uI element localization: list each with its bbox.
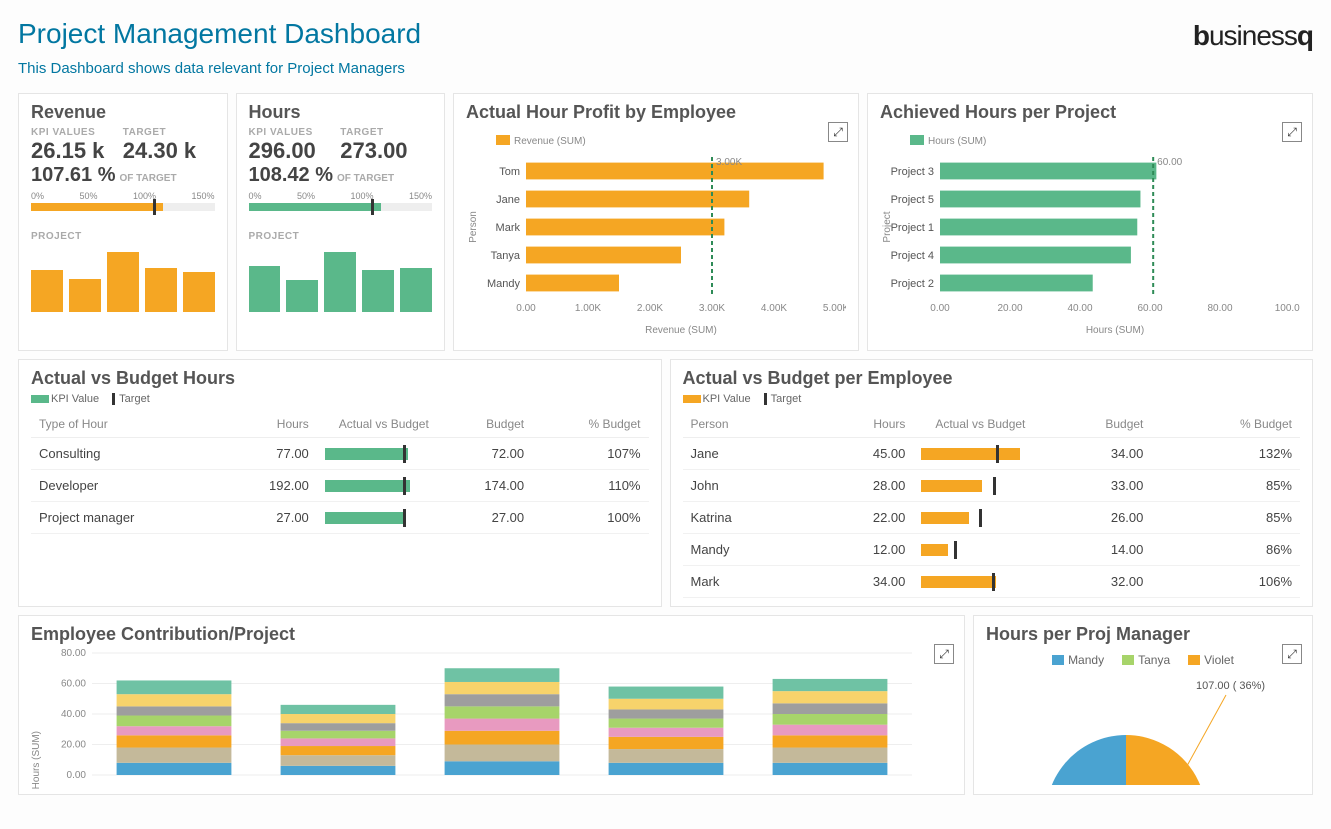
avb-hours-title: Actual vs Budget Hours xyxy=(31,368,649,389)
svg-text:Project 2: Project 2 xyxy=(891,278,934,290)
svg-text:3.00K: 3.00K xyxy=(716,157,742,168)
table-row[interactable]: Mandy12.0014.0086% xyxy=(683,534,1301,566)
contribution-title: Employee Contribution/Project xyxy=(31,624,952,645)
svg-text:4.00K: 4.00K xyxy=(761,303,787,314)
svg-text:100.00: 100.00 xyxy=(1275,303,1300,314)
avb-emp-card: Actual vs Budget per Employee KPI Value … xyxy=(670,359,1314,607)
kpi-hours-gauge: 0%50%100%150% xyxy=(249,191,433,231)
hours-pm-legend: MandyTanyaViolet xyxy=(986,653,1300,667)
avb-hours-legend: KPI Value Target xyxy=(31,393,649,405)
avb-emp-table: PersonHoursActual vs BudgetBudget% Budge… xyxy=(683,411,1301,598)
achieved-hours-chart: Hours (SUM)Project 3Project 5Project 1Pr… xyxy=(880,127,1300,337)
kpi-revenue-target: 24.30 k xyxy=(123,138,215,164)
table-row[interactable]: Jane45.0034.00132% xyxy=(683,438,1301,470)
table-row[interactable]: Mark34.0032.00106% xyxy=(683,566,1301,598)
table-row[interactable]: Developer192.00174.00110% xyxy=(31,470,649,502)
svg-text:Tanya: Tanya xyxy=(491,250,521,262)
svg-text:60.00: 60.00 xyxy=(1157,157,1182,168)
avb-emp-title: Actual vs Budget per Employee xyxy=(683,368,1301,389)
svg-text:0.00: 0.00 xyxy=(67,770,87,781)
page-title: Project Management Dashboard xyxy=(18,18,421,50)
avb-hours-table: Type of HourHoursActual vs BudgetBudget%… xyxy=(31,411,649,534)
hour-profit-chart: Revenue (SUM) Tom Jane Mark Tanya Mandy 3.00K 0… xyxy=(466,127,846,337)
svg-text:2.00K: 2.00K xyxy=(637,303,663,314)
kpi-hours-value: 296.00 xyxy=(249,138,341,164)
kpi-hours-title: Hours xyxy=(249,102,433,123)
kpi-revenue-sparkbars xyxy=(31,252,215,312)
kpi-hours-sparkbars xyxy=(249,252,433,312)
svg-text:40.00: 40.00 xyxy=(61,709,86,720)
svg-text:107.00 ( 36%): 107.00 ( 36%) xyxy=(1196,680,1265,692)
svg-text:60.00: 60.00 xyxy=(1137,303,1162,314)
kpi-revenue-value: 26.15 k xyxy=(31,138,123,164)
kpi-hours-card: Hours KPI VALUES296.00 TARGET273.00 108.… xyxy=(236,93,446,351)
table-row[interactable]: John28.0033.0085% xyxy=(683,470,1301,502)
achieved-hours-card: Achieved Hours per Project ⤢ Hours (SUM)… xyxy=(867,93,1313,351)
expand-icon[interactable]: ⤢ xyxy=(828,122,848,142)
kpi-revenue-gauge: 0%50%100%150% xyxy=(31,191,215,231)
page-subtitle: This Dashboard shows data relevant for P… xyxy=(18,60,421,77)
contribution-chart: 0.00 20.00 40.00 60.00 80.00 xyxy=(42,649,922,789)
hours-pm-chart: 107.00 ( 36%) xyxy=(986,675,1306,785)
svg-text:1.00K: 1.00K xyxy=(575,303,601,314)
avb-hours-card: Actual vs Budget Hours KPI Value Target … xyxy=(18,359,662,607)
svg-text:20.00: 20.00 xyxy=(61,740,86,751)
table-row[interactable]: Katrina22.0026.0085% xyxy=(683,502,1301,534)
expand-icon[interactable]: ⤢ xyxy=(934,644,954,664)
svg-text:80.00: 80.00 xyxy=(1207,303,1232,314)
svg-text:Project 1: Project 1 xyxy=(891,222,934,234)
svg-text:Hours (SUM): Hours (SUM) xyxy=(1086,325,1144,336)
kpi-hours-pct: 108.42 % xyxy=(249,164,334,186)
svg-text:80.00: 80.00 xyxy=(61,649,86,659)
svg-text:Project 3: Project 3 xyxy=(891,166,934,178)
svg-text:Tom: Tom xyxy=(499,166,520,178)
hour-profit-title: Actual Hour Profit by Employee xyxy=(466,102,846,123)
avb-emp-legend: KPI Value Target xyxy=(683,393,1301,405)
header: Project Management Dashboard This Dashbo… xyxy=(18,12,1313,93)
svg-text:Hours (SUM): Hours (SUM) xyxy=(928,136,986,147)
kpi-revenue-title: Revenue xyxy=(31,102,215,123)
svg-text:3.00K: 3.00K xyxy=(699,303,725,314)
svg-text:Revenue (SUM): Revenue (SUM) xyxy=(645,325,717,336)
svg-text:Person: Person xyxy=(468,211,479,243)
svg-text:Revenue (SUM): Revenue (SUM) xyxy=(514,136,586,147)
expand-icon[interactable]: ⤢ xyxy=(1282,644,1302,664)
svg-text:0.00: 0.00 xyxy=(516,303,536,314)
svg-text:5.00K: 5.00K xyxy=(823,303,846,314)
svg-text:0.00: 0.00 xyxy=(930,303,950,314)
kpi-hours-target: 273.00 xyxy=(340,138,432,164)
svg-text:Mark: Mark xyxy=(496,222,521,234)
svg-text:Project: Project xyxy=(882,211,893,242)
svg-text:Project 5: Project 5 xyxy=(891,194,934,206)
hours-pm-card: Hours per Proj Manager ⤢ MandyTanyaViole… xyxy=(973,615,1313,795)
contribution-card: Employee Contribution/Project ⤢ Hours (S… xyxy=(18,615,965,795)
table-row[interactable]: Project manager27.0027.00100% xyxy=(31,502,649,534)
svg-text:Mandy: Mandy xyxy=(487,278,521,290)
svg-text:20.00: 20.00 xyxy=(997,303,1022,314)
logo: businessq xyxy=(1193,20,1313,52)
svg-text:40.00: 40.00 xyxy=(1067,303,1092,314)
kpi-revenue-pct: 107.61 % xyxy=(31,164,116,186)
svg-text:Jane: Jane xyxy=(496,194,520,206)
achieved-hours-title: Achieved Hours per Project xyxy=(880,102,1300,123)
svg-text:60.00: 60.00 xyxy=(61,679,86,690)
contribution-ylabel: Hours (SUM) xyxy=(31,731,42,789)
svg-text:Project 4: Project 4 xyxy=(891,250,934,262)
kpi-revenue-card: Revenue KPI VALUES26.15 k TARGET24.30 k … xyxy=(18,93,228,351)
expand-icon[interactable]: ⤢ xyxy=(1282,122,1302,142)
hour-profit-card: Actual Hour Profit by Employee ⤢ Revenue… xyxy=(453,93,859,351)
hours-pm-title: Hours per Proj Manager xyxy=(986,624,1300,645)
table-row[interactable]: Consulting77.0072.00107% xyxy=(31,438,649,470)
